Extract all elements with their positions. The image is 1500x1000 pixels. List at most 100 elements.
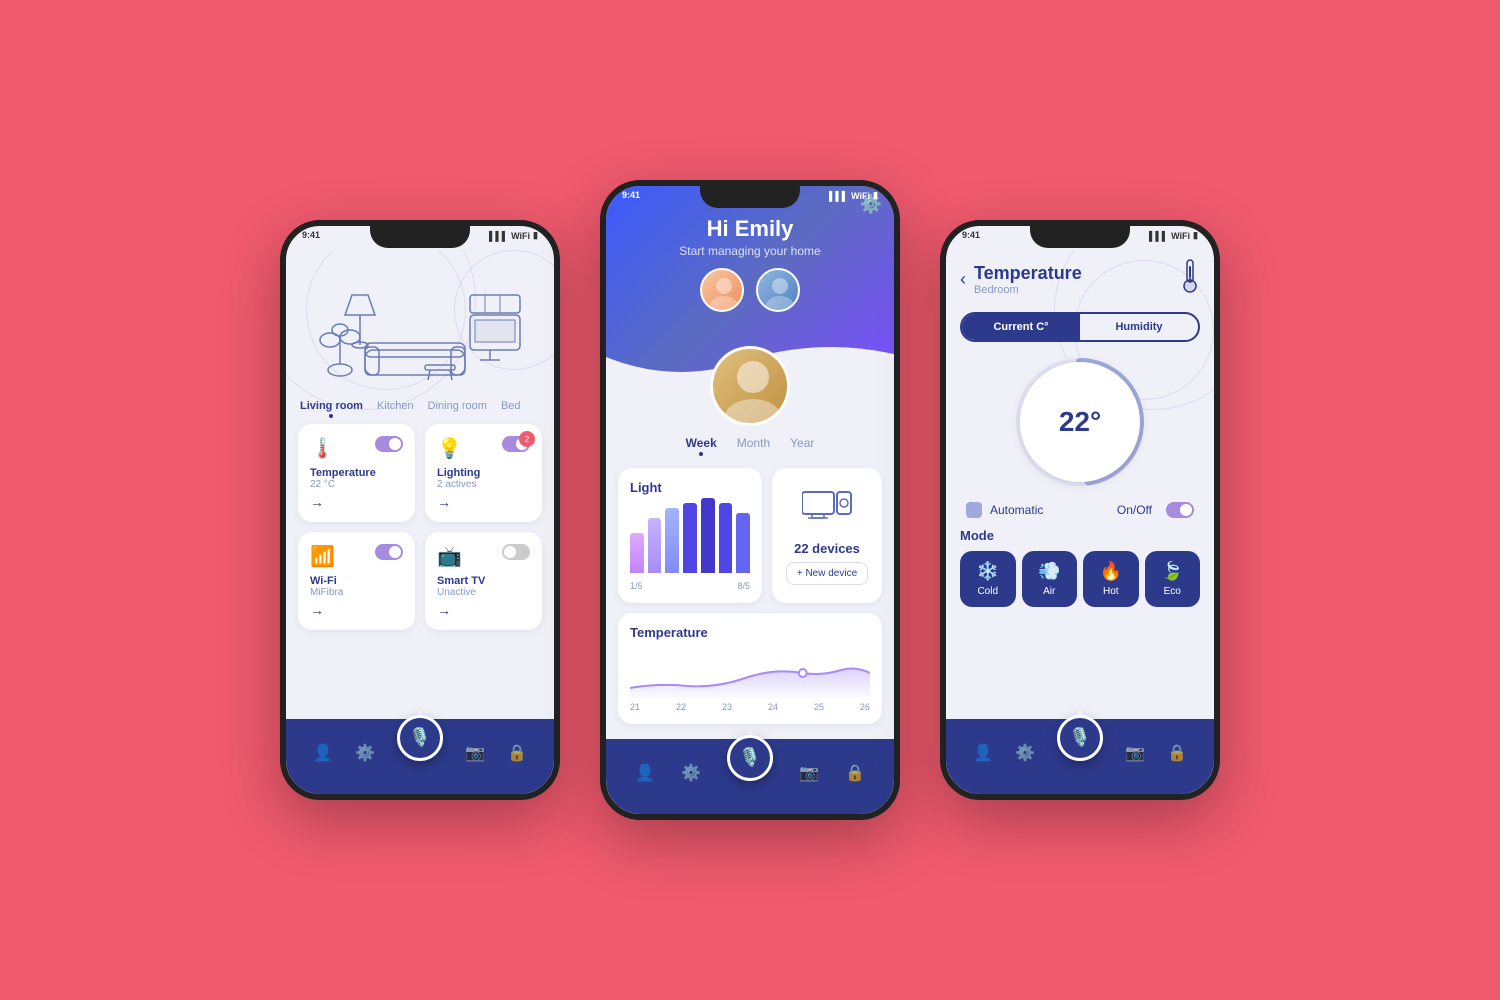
lock-icon[interactable]: 🔒 — [845, 763, 865, 783]
lighting-icon: 💡 — [437, 436, 462, 461]
phone2-body: Week Month Year Light — [606, 386, 894, 739]
wifi-status-icon: WiFi — [511, 231, 530, 241]
seg-tab-current[interactable]: Current C° — [962, 314, 1080, 340]
avatar-user2[interactable] — [756, 268, 800, 312]
card-header: 🌡️ — [310, 436, 403, 461]
phone3-content: ‹ Temperature Bedroom Current C° Humidit… — [946, 250, 1214, 719]
devices-icon — [802, 487, 852, 535]
bar-2 — [648, 518, 662, 573]
temperature-arrow: → — [310, 494, 403, 510]
phone-2: 9:41 ▌▌▌ WiFi ▮ ⚙️ Hi Emily Start managi… — [600, 180, 900, 820]
mode-buttons: ❄️ Cold 💨 Air 🔥 Hot 🍃 Eco — [960, 551, 1200, 607]
phone2-status-icons: ▌▌▌ WiFi ▮ — [829, 190, 878, 201]
avatar-user1[interactable] — [700, 268, 744, 312]
bottom-indicator-dot — [418, 711, 423, 716]
x-label-26: 26 — [860, 702, 870, 712]
temperature-card[interactable]: 🌡️ Temperature 22 °C → — [298, 424, 415, 522]
seg-tab-humidity[interactable]: Humidity — [1080, 314, 1198, 340]
mic-button[interactable]: 🎙️ — [397, 715, 443, 761]
temp-circle-container: 22° — [946, 352, 1214, 492]
phone2-status: 9:41 ▌▌▌ WiFi ▮ — [606, 190, 894, 201]
mic-button[interactable]: 🎙️ — [1057, 715, 1103, 761]
hot-label: Hot — [1103, 586, 1119, 597]
signal-icon: ▌▌▌ — [489, 231, 508, 241]
light-chart-card: Light 1/5 8/5 — [618, 468, 762, 603]
tv-name: Smart TV — [437, 575, 530, 587]
card-header: 📺 — [437, 544, 530, 569]
wifi-toggle[interactable] — [375, 544, 403, 560]
x-label-22: 22 — [676, 702, 686, 712]
mode-title: Mode — [960, 528, 1200, 543]
mode-air[interactable]: 💨 Air — [1022, 551, 1078, 607]
wifi-name: Wi-Fi — [310, 575, 403, 587]
battery-icon: ▮ — [1193, 230, 1198, 241]
temp-chart-title: Temperature — [630, 625, 870, 640]
onoff-toggle[interactable] — [1166, 502, 1194, 518]
profile-icon[interactable]: 👤 — [973, 743, 993, 763]
period-active-dot — [699, 452, 703, 456]
camera-icon[interactable]: 📷 — [465, 743, 485, 763]
living-room-svg — [310, 265, 530, 395]
eco-icon: 🍃 — [1161, 561, 1183, 582]
back-button[interactable]: ‹ — [960, 269, 966, 290]
mode-cold[interactable]: ❄️ Cold — [960, 551, 1016, 607]
bottom-indicator-dot — [748, 731, 753, 736]
wifi-card[interactable]: 📶 Wi-Fi MiFibra → — [298, 532, 415, 630]
temperature-toggle[interactable] — [375, 436, 403, 452]
greeting-text: Hi Emily — [707, 216, 794, 242]
mic-button[interactable]: 🎙️ — [727, 735, 773, 781]
temperature-sub: 22 °C — [310, 479, 403, 490]
page-title: Temperature — [974, 263, 1082, 284]
period-tab-label: Week — [686, 436, 717, 450]
period-tab-month[interactable]: Month — [737, 436, 770, 456]
card-header: 📶 — [310, 544, 403, 569]
settings-icon[interactable]: ⚙️ — [681, 763, 701, 783]
hot-icon: 🔥 — [1100, 561, 1122, 582]
page-title-group: Temperature Bedroom — [974, 263, 1082, 296]
period-tab-year[interactable]: Year — [790, 436, 814, 456]
temperature-display: 22° — [1020, 362, 1140, 482]
air-label: Air — [1043, 586, 1055, 597]
lighting-card[interactable]: 💡 2 Lighting 2 actives → — [425, 424, 542, 522]
wifi-status-icon: WiFi — [851, 191, 870, 201]
monitor-speaker-icon — [802, 487, 852, 527]
smarttv-card[interactable]: 📺 Smart TV Unactive → — [425, 532, 542, 630]
devices-card: 22 devices + New device — [772, 468, 882, 603]
wifi-arrow: → — [310, 602, 403, 618]
auto-label: Automatic — [990, 503, 1043, 517]
camera-icon[interactable]: 📷 — [799, 763, 819, 783]
period-tab-week[interactable]: Week — [686, 436, 717, 456]
page-subtitle: Bedroom — [974, 284, 1082, 296]
x-label-end: 8/5 — [737, 581, 750, 591]
mode-eco[interactable]: 🍃 Eco — [1145, 551, 1201, 607]
bar-chart — [630, 503, 750, 573]
bottom-nav-3: 👤 ⚙️ 🎙️ 📷 🔒 — [946, 719, 1214, 794]
profile-icon[interactable]: 👤 — [635, 763, 655, 783]
temperature-line-chart — [630, 648, 870, 698]
lighting-arrow: → — [437, 494, 530, 510]
settings-icon[interactable]: ⚙️ — [1015, 743, 1035, 763]
bar-5 — [701, 498, 715, 573]
tv-icon: 📺 — [437, 544, 462, 569]
new-device-button[interactable]: + New device — [786, 562, 868, 585]
bottom-indicator-dot — [1078, 711, 1083, 716]
tv-arrow: → — [437, 602, 530, 618]
avatar-main[interactable] — [710, 346, 790, 426]
profile-icon[interactable]: 👤 — [313, 743, 333, 763]
device-cards-grid: 🌡️ Temperature 22 °C → 💡 2 Lighting 2 ac… — [286, 424, 554, 630]
phone3-status-icons: ▌▌▌ WiFi ▮ — [1149, 230, 1198, 241]
phone-1: 9:41 ▌▌▌ WiFi ▮ — [280, 220, 560, 800]
lock-icon[interactable]: 🔒 — [507, 743, 527, 763]
lock-icon[interactable]: 🔒 — [1167, 743, 1187, 763]
temperature-name: Temperature — [310, 467, 403, 479]
bar-4 — [683, 503, 697, 573]
signal-icon: ▌▌▌ — [1149, 231, 1168, 241]
tv-toggle[interactable] — [502, 544, 530, 560]
mode-hot[interactable]: 🔥 Hot — [1083, 551, 1139, 607]
chart-x-labels: 1/5 8/5 — [630, 581, 750, 591]
x-label-start: 1/5 — [630, 581, 643, 591]
camera-icon[interactable]: 📷 — [1125, 743, 1145, 763]
settings-icon[interactable]: ⚙️ — [355, 743, 375, 763]
notification-badge: 2 — [519, 431, 535, 447]
segment-tabs: Current C° Humidity — [960, 312, 1200, 342]
